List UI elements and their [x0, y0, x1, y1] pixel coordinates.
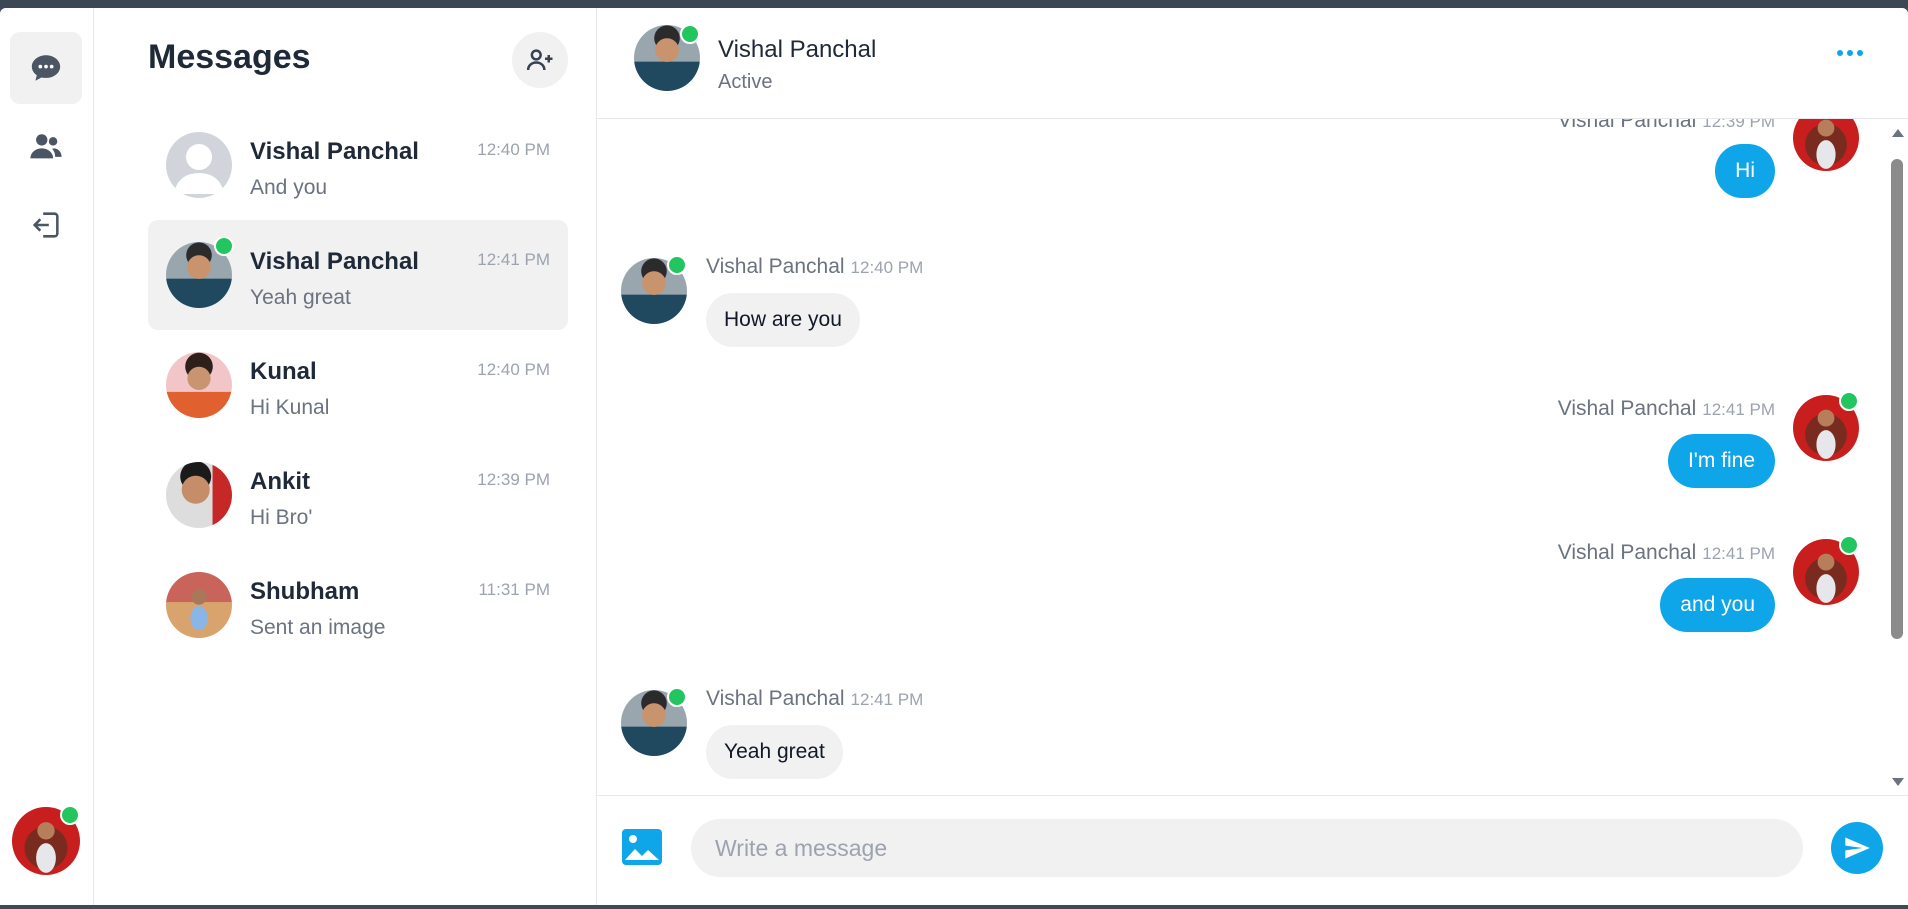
- more-options-button[interactable]: [1827, 38, 1873, 68]
- image-icon[interactable]: [621, 828, 663, 866]
- message-time: 12:40 PM: [850, 258, 924, 277]
- contact-avatar: [166, 132, 232, 198]
- contact-name: Vishal Panchal: [250, 248, 419, 275]
- contact-name: Kunal: [250, 358, 317, 385]
- chat-window: Vishal Panchal Active Vishal Panchal 12:3…: [597, 8, 1908, 905]
- panel-title: Messages: [148, 38, 311, 76]
- conversation-item-active[interactable]: Vishal Panchal Yeah great 12:41 PM: [148, 220, 568, 330]
- last-message-preview: Sent an image: [250, 616, 386, 639]
- contact-name: Shubham: [250, 578, 360, 605]
- conversation-time: 12:40 PM: [477, 140, 550, 159]
- contact-avatar: [166, 352, 232, 418]
- conversation-time: 12:39 PM: [477, 470, 550, 489]
- scroll-up-arrow-icon[interactable]: [1892, 129, 1904, 137]
- message-composer: [597, 795, 1908, 905]
- current-user-online-dot: [60, 805, 80, 825]
- last-message-preview: Yeah great: [250, 286, 351, 309]
- online-indicator: [1839, 391, 1859, 411]
- nav-people-button[interactable]: [10, 111, 82, 183]
- window-top-edge: [0, 0, 1908, 8]
- nav-rail: [0, 8, 94, 905]
- message-meta: Vishal Panchal 12:41 PM: [1558, 541, 1775, 565]
- message-sender: Vishal Panchal: [1557, 119, 1697, 132]
- online-indicator: [1839, 535, 1859, 555]
- conversation-time: 12:41 PM: [477, 250, 550, 269]
- message-meta: Vishal Panchal 12:41 PM: [706, 687, 923, 711]
- add-user-button[interactable]: [512, 32, 568, 88]
- logout-icon: [32, 212, 59, 238]
- conversations-panel: Messages Vishal Panchal And you 12:40 PM…: [94, 8, 597, 905]
- online-indicator: [680, 24, 700, 44]
- conversation-time: 11:31 PM: [478, 580, 550, 599]
- contact-name: Ankit: [250, 468, 310, 495]
- chat-contact-status: Active: [718, 71, 773, 93]
- send-icon: [1845, 837, 1870, 859]
- message-time: 12:41 PM: [850, 690, 924, 709]
- conversation-item[interactable]: Vishal Panchal And you 12:40 PM: [148, 110, 568, 220]
- message-sender: Vishal Panchal: [1557, 397, 1697, 420]
- message-bubble-outgoing: and you: [1660, 578, 1775, 632]
- message-sender: Vishal Panchal: [706, 687, 845, 710]
- scroll-down-arrow-icon[interactable]: [1892, 778, 1904, 786]
- message-scrollbar[interactable]: [1887, 119, 1908, 795]
- nav-logout-button[interactable]: [10, 189, 82, 261]
- message-bubble-outgoing: Hi: [1715, 144, 1775, 198]
- scroll-thumb[interactable]: [1891, 159, 1903, 639]
- chat-app: Messages Vishal Panchal And you 12:40 PM…: [0, 8, 1908, 905]
- users-icon: [30, 134, 62, 159]
- last-message-preview: Hi Kunal: [250, 396, 330, 419]
- send-button[interactable]: [1831, 822, 1883, 874]
- contact-avatar: [166, 572, 232, 638]
- conversation-time: 12:40 PM: [477, 360, 550, 379]
- message-meta: Vishal Panchal 12:40 PM: [706, 255, 923, 279]
- chat-bubble-icon: [31, 55, 61, 81]
- contact-avatar: [166, 462, 232, 528]
- contact-name: Vishal Panchal: [250, 138, 419, 165]
- message-time: 12:39 PM: [1702, 119, 1775, 131]
- message-list: Vishal Panchal 12:39 PM Hi Vishal Panchal…: [597, 119, 1887, 795]
- message-bubble-incoming: How are you: [706, 293, 860, 347]
- online-indicator: [214, 236, 234, 256]
- message-time: 12:41 PM: [1702, 544, 1775, 563]
- message-input[interactable]: [691, 819, 1803, 877]
- sender-avatar: [1793, 119, 1859, 171]
- online-indicator: [667, 687, 687, 707]
- conversation-item[interactable]: Kunal Hi Kunal 12:40 PM: [148, 330, 568, 440]
- last-message-preview: Hi Bro': [250, 506, 313, 529]
- conversation-item[interactable]: Shubham Sent an image 11:31 PM: [148, 550, 568, 660]
- add-user-icon: [526, 49, 553, 71]
- chat-header: Vishal Panchal Active: [597, 8, 1908, 119]
- chat-contact-name: Vishal Panchal: [718, 36, 877, 63]
- message-sender: Vishal Panchal: [1557, 541, 1697, 564]
- message-meta: Vishal Panchal 12:41 PM: [1558, 397, 1775, 421]
- message-sender: Vishal Panchal: [706, 255, 845, 278]
- conversation-item[interactable]: Ankit Hi Bro' 12:39 PM: [148, 440, 568, 550]
- more-dots-icon: [1837, 50, 1843, 56]
- message-bubble-incoming: Yeah great: [706, 725, 843, 779]
- message-bubble-outgoing: I'm fine: [1667, 434, 1775, 488]
- last-message-preview: And you: [250, 176, 328, 199]
- message-time: 12:41 PM: [1702, 400, 1775, 419]
- online-indicator: [667, 255, 687, 275]
- nav-chats-button[interactable]: [10, 32, 82, 104]
- message-meta: Vishal Panchal 12:39 PM: [1558, 119, 1775, 133]
